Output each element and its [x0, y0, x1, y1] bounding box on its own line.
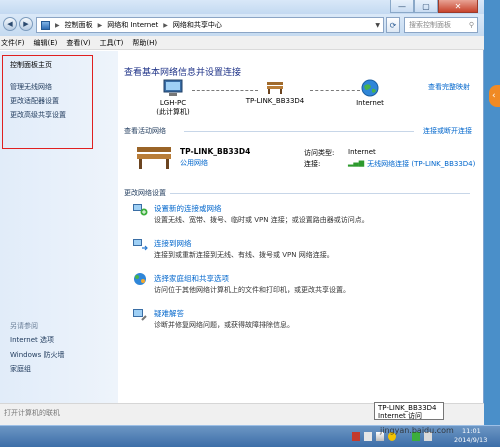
network-tray-tooltip: TP-LINK_BB33D4 Internet 访问 [374, 402, 444, 420]
menu-view[interactable]: 查看(V) [66, 38, 90, 48]
router-name: TP-LINK_BB33D4 [245, 97, 305, 105]
refresh-button[interactable]: ⟳ [386, 17, 400, 33]
see-also-label: 另请参阅 [10, 322, 38, 330]
clock-time[interactable]: 11:01 [462, 427, 481, 435]
troubleshoot-icon [133, 309, 147, 321]
menu-edit[interactable]: 编辑(E) [34, 38, 58, 48]
menu-file[interactable]: 文件(F) [1, 38, 25, 48]
menu-bar: 文件(F) 编辑(E) 查看(V) 工具(T) 帮助(H) [0, 36, 484, 50]
search-icon[interactable]: ⚲ [469, 21, 474, 29]
menu-help[interactable]: 帮助(H) [132, 38, 157, 48]
map-internet-node[interactable]: Internet [352, 79, 388, 107]
breadcrumb-network-internet[interactable]: 网络和 Internet [107, 20, 158, 30]
task-troubleshoot[interactable]: 疑难解答 [154, 308, 184, 319]
task-homegroup-sharing-desc: 访问位于其他网络计算机上的文件和打印机，或更改共享设置。 [154, 286, 350, 294]
tooltip-access: Internet 访问 [378, 412, 423, 420]
breadcrumb-control-panel[interactable]: 控制面板 [65, 20, 93, 30]
section-divider [184, 131, 414, 132]
network-type-link[interactable]: 公用网络 [180, 158, 208, 168]
change-settings-header: 更改网络设置 [124, 189, 166, 197]
address-row: ◀ ▶ ▶ 控制面板 ▶ 网络和 Internet ▶ 网络和共享中心 ▼ ⟳ … [0, 14, 484, 36]
search-placeholder: 搜索控制面板 [409, 21, 451, 29]
task-homegroup-sharing[interactable]: 选择家庭组和共享选项 [154, 273, 229, 284]
page-title: 查看基本网络信息并设置连接 [124, 68, 242, 78]
desktop-side-widget[interactable]: ‹ [489, 85, 500, 107]
task-new-connection-desc: 设置无线、宽带、拨号、临时或 VPN 连接；或设置路由器或访问点。 [154, 216, 369, 224]
control-panel-icon [41, 20, 50, 30]
address-bar[interactable]: ▶ 控制面板 ▶ 网络和 Internet ▶ 网络和共享中心 ▼ [36, 17, 384, 33]
see-also-internet-options[interactable]: Internet 选项 [10, 335, 54, 345]
status-text: 打开计算机的联机 [4, 409, 60, 417]
internet-name: Internet [356, 99, 384, 107]
breadcrumb-separator-icon[interactable]: ▶ [163, 22, 168, 29]
address-dropdown-icon[interactable]: ▼ [375, 22, 380, 29]
forward-button[interactable]: ▶ [19, 17, 33, 31]
connection-label: 连接: [304, 160, 321, 168]
back-button[interactable]: ◀ [3, 17, 17, 31]
breadcrumb-separator-icon[interactable]: ▶ [55, 22, 60, 29]
tooltip-network-name: TP-LINK_BB33D4 [378, 404, 437, 412]
access-type-label: 访问类型: [304, 149, 335, 157]
active-network-name: TP-LINK_BB33D4 [180, 147, 251, 156]
pc-name: LGH-PC [159, 99, 187, 107]
see-also-homegroup[interactable]: 家庭组 [10, 364, 31, 374]
task-troubleshoot-desc: 诊断并修复网络问题，或获得故障排除信息。 [154, 321, 294, 329]
homegroup-icon [134, 273, 146, 285]
signal-bars-icon: ▂▄▆ [348, 159, 365, 167]
window-controls: — ▢ ✕ [390, 0, 478, 13]
connect-network-icon [133, 239, 148, 251]
map-router-node[interactable]: TP-LINK_BB33D4 [242, 79, 308, 105]
minimize-button[interactable]: — [390, 0, 414, 13]
breadcrumb-network-sharing[interactable]: 网络和共享中心 [173, 20, 222, 30]
globe-icon [361, 79, 379, 97]
bench-network-icon [267, 82, 283, 94]
pc-subtitle: (此计算机) [156, 108, 190, 116]
breadcrumb-separator-icon[interactable]: ▶ [98, 22, 103, 29]
network-sharing-center-window: — ▢ ✕ ◀ ▶ ▶ 控制面板 ▶ 网络和 Internet ▶ 网络和共享中… [0, 0, 484, 425]
tray-flag-icon[interactable] [364, 432, 372, 441]
see-also-windows-firewall[interactable]: Windows 防火墙 [10, 350, 64, 360]
wireless-connection-link[interactable]: ▂▄▆ 无线网络连接 (TP-LINK_BB33D4) [348, 159, 475, 169]
bench-network-icon[interactable] [134, 144, 174, 170]
task-connect-network-desc: 连接到或重新连接到无线、有线、拨号或 VPN 网络连接。 [154, 251, 334, 259]
watermark: jingyan.baidu.com [380, 426, 454, 435]
map-pc-node[interactable]: LGH-PC (此计算机) [156, 79, 190, 117]
wireless-connection-text: 无线网络连接 (TP-LINK_BB33D4) [367, 160, 476, 168]
main-content: 查看基本网络信息并设置连接 查看完整映射 LGH-PC (此计算机) TP-LI… [118, 51, 484, 425]
task-connect-network[interactable]: 连接到网络 [154, 238, 192, 249]
computer-icon [163, 79, 183, 96]
title-bar[interactable]: — ▢ ✕ [0, 0, 484, 14]
connect-disconnect-link[interactable]: 连接或断开连接 [423, 126, 472, 136]
annotation-highlight-box [2, 55, 93, 149]
maximize-button[interactable]: ▢ [414, 0, 438, 13]
task-new-connection[interactable]: 设置新的连接或网络 [154, 203, 222, 214]
clock-date[interactable]: 2014/9/13 [454, 436, 487, 444]
menu-tools[interactable]: 工具(T) [100, 38, 124, 48]
search-input[interactable]: 搜索控制面板 ⚲ [404, 17, 478, 33]
tray-app-icon[interactable] [352, 432, 360, 441]
view-full-map-link[interactable]: 查看完整映射 [428, 82, 470, 92]
close-button[interactable]: ✕ [438, 0, 478, 13]
section-divider [170, 193, 470, 194]
new-connection-icon [133, 204, 148, 216]
access-type-value: Internet [348, 148, 376, 156]
active-networks-header: 查看活动网络 [124, 127, 166, 135]
